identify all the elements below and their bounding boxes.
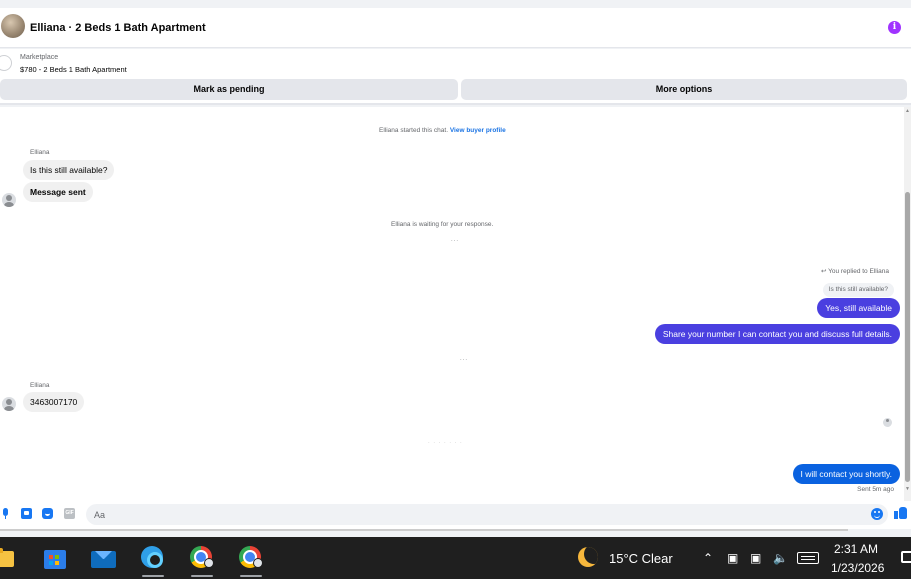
listing-source: Marketplace (20, 54, 59, 61)
read-receipt-avatar (883, 418, 892, 427)
chat-thread: Elliana started this chat. View buyer pr… (0, 107, 904, 501)
divider (0, 103, 911, 105)
outgoing-message[interactable]: Share your number I can contact you and … (654, 324, 900, 344)
incoming-message[interactable]: Is this still available? (23, 160, 115, 180)
incoming-message[interactable]: Message sent (23, 182, 93, 202)
keyboard-icon[interactable] (797, 552, 819, 564)
profile-badge-icon (204, 558, 214, 568)
contact-avatar[interactable] (1, 14, 25, 38)
reply-indicator: ↩ You replied to Elliana (821, 267, 889, 275)
open-app-indicator (191, 575, 213, 577)
outgoing-message[interactable]: Yes, still available (817, 298, 900, 318)
volume-icon[interactable]: 🔈 (773, 551, 788, 565)
meet-now-icon[interactable]: ▣ (727, 551, 738, 565)
outgoing-message[interactable]: I will contact you shortly. (792, 464, 900, 484)
incoming-message[interactable]: 3463007170 (23, 392, 85, 412)
separator-dots: ... (451, 237, 460, 243)
microsoft-store-icon[interactable] (42, 545, 68, 571)
chat-started-notice: Elliana started this chat. View buyer pr… (379, 127, 506, 134)
thumbs-up-icon[interactable] (894, 506, 908, 520)
mail-icon[interactable] (91, 545, 117, 571)
message-input[interactable] (86, 504, 888, 525)
sent-status: Sent 5m ago (857, 486, 894, 493)
mark-as-pending-button[interactable]: Mark as pending (0, 79, 458, 100)
window-bottom-edge (0, 529, 911, 537)
gif-icon[interactable]: GIF (64, 508, 75, 519)
edge-icon[interactable] (140, 545, 166, 571)
more-options-button[interactable]: More options (461, 79, 907, 100)
sender-name: Elliana (30, 149, 50, 156)
info-icon[interactable]: i (888, 21, 901, 34)
listing-actions: Mark as pending More options (0, 77, 911, 103)
clock-date[interactable]: 1/23/2026 (831, 561, 884, 575)
listing-title: $780 - 2 Beds 1 Bath Apartment (20, 65, 127, 74)
scroll-up-arrow-icon[interactable]: ▲ (905, 108, 910, 114)
photo-icon[interactable] (21, 508, 32, 519)
sender-name: Elliana (30, 382, 50, 389)
microphone-icon[interactable] (0, 508, 11, 519)
scroll-down-arrow-icon[interactable]: ▼ (905, 486, 910, 492)
active-app-indicator (142, 575, 164, 577)
top-strip (0, 0, 911, 8)
sticker-icon[interactable] (42, 508, 53, 519)
quoted-message[interactable]: Is this still available? (822, 283, 894, 297)
notification-icon[interactable] (901, 551, 911, 563)
profile-badge-icon (253, 558, 263, 568)
chat-title[interactable]: Elliana · 2 Beds 1 Bath Apartment (30, 22, 206, 34)
contact-avatar-small[interactable] (2, 193, 16, 207)
file-explorer-icon[interactable] (0, 545, 20, 571)
chat-header: Elliana · 2 Beds 1 Bath Apartment i (0, 8, 911, 48)
weather-status[interactable]: 15°C Clear (609, 551, 673, 566)
scrollbar-thumb[interactable] (905, 192, 910, 482)
contact-avatar-small[interactable] (2, 397, 16, 411)
separator-dots: . . . . . . . (428, 439, 463, 445)
waiting-notice: Elliana is waiting for your response. (391, 221, 494, 228)
clock-time[interactable]: 2:31 AM (834, 542, 878, 556)
listing-thumbnail (0, 55, 12, 71)
view-buyer-profile-link[interactable]: View buyer profile (450, 127, 506, 134)
open-app-indicator (240, 575, 262, 577)
chevron-up-icon[interactable]: ⌃ (703, 551, 713, 565)
emoji-icon[interactable] (871, 508, 883, 520)
message-composer: GIF (0, 501, 911, 529)
weather-moon-icon[interactable] (578, 547, 598, 567)
network-icon[interactable]: ▣ (750, 551, 761, 565)
chat-started-text: Elliana started this chat. (379, 127, 449, 134)
listing-bar[interactable]: Marketplace $780 - 2 Beds 1 Bath Apartme… (0, 49, 911, 77)
separator-dots: ... (460, 356, 469, 362)
reply-indicator-text: You replied to Elliana (828, 268, 889, 275)
